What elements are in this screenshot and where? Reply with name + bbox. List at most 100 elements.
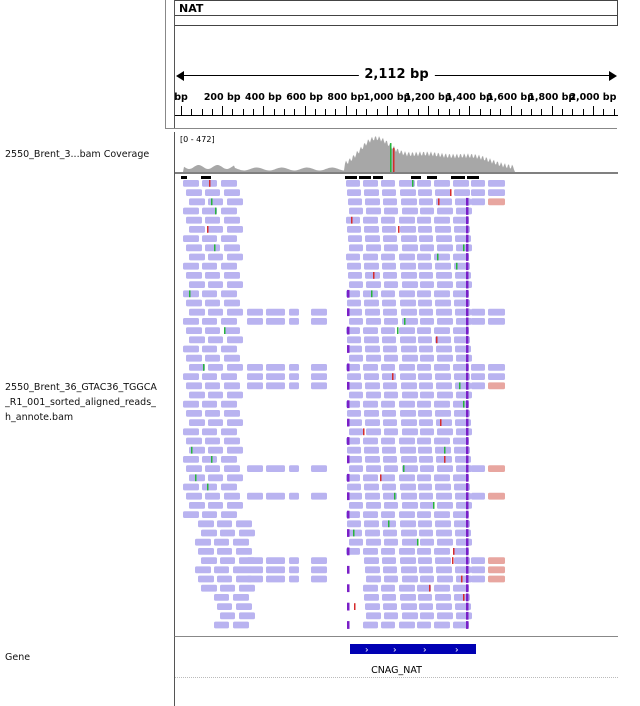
aligned-read[interactable] <box>221 262 237 270</box>
aligned-read[interactable] <box>365 272 380 279</box>
alignment-track-label-line-1[interactable]: 2550_Brent_36_GTAC36_TGGCA <box>5 382 159 393</box>
aligned-read[interactable] <box>183 207 199 215</box>
aligned-read[interactable] <box>401 529 417 537</box>
aligned-read[interactable] <box>363 327 378 334</box>
aligned-read[interactable] <box>384 244 398 252</box>
insertion-marker[interactable] <box>466 345 469 353</box>
aligned-read[interactable] <box>220 529 235 537</box>
aligned-read[interactable] <box>455 603 471 610</box>
aligned-read[interactable] <box>382 299 396 307</box>
aligned-read[interactable] <box>381 584 395 592</box>
aligned-read[interactable] <box>401 198 417 206</box>
insertion-marker[interactable] <box>466 501 469 510</box>
insertion-marker[interactable] <box>466 234 469 243</box>
aligned-read[interactable] <box>348 492 362 500</box>
aligned-read[interactable] <box>382 189 396 196</box>
aligned-read[interactable] <box>239 612 255 620</box>
aligned-read[interactable] <box>217 520 232 528</box>
aligned-read[interactable] <box>224 492 240 500</box>
aligned-read[interactable] <box>205 272 220 279</box>
aligned-read[interactable] <box>365 382 380 390</box>
insertion-marker[interactable] <box>466 289 469 298</box>
aligned-read[interactable] <box>488 189 505 196</box>
aligned-read[interactable] <box>437 281 453 288</box>
aligned-read[interactable] <box>434 621 450 629</box>
aligned-read[interactable] <box>346 180 360 187</box>
aligned-read[interactable] <box>437 428 453 436</box>
aligned-read[interactable] <box>365 566 380 574</box>
aligned-read[interactable] <box>349 502 363 509</box>
aligned-read[interactable] <box>247 318 263 325</box>
aligned-read[interactable] <box>417 327 431 334</box>
aligned-read[interactable] <box>384 428 398 436</box>
aligned-read[interactable] <box>436 603 452 610</box>
insertion-marker[interactable] <box>466 519 469 528</box>
aligned-read[interactable] <box>348 382 362 390</box>
aligned-read[interactable] <box>183 428 199 436</box>
aligned-read[interactable] <box>456 428 472 436</box>
insertion-marker[interactable] <box>466 418 469 427</box>
aligned-read[interactable] <box>381 364 395 371</box>
aligned-read[interactable] <box>456 207 472 215</box>
aligned-read[interactable] <box>384 538 398 546</box>
aligned-read[interactable] <box>186 244 202 252</box>
aligned-read[interactable] <box>205 244 220 252</box>
aligned-read[interactable] <box>436 492 452 500</box>
aligned-read[interactable] <box>401 456 417 463</box>
aligned-read[interactable] <box>224 354 240 362</box>
aligned-read[interactable] <box>311 318 327 325</box>
aligned-read[interactable] <box>289 465 299 472</box>
insertion-marker[interactable] <box>347 308 350 317</box>
aligned-read[interactable] <box>383 382 397 390</box>
aligned-read[interactable] <box>347 410 361 417</box>
aligned-read[interactable] <box>183 456 199 463</box>
aligned-read[interactable] <box>471 382 485 390</box>
aligned-read[interactable] <box>400 189 416 196</box>
aligned-read[interactable] <box>420 465 434 472</box>
aligned-read[interactable] <box>455 566 471 574</box>
aligned-read[interactable] <box>183 400 199 408</box>
aligned-read[interactable] <box>417 548 431 555</box>
aligned-read[interactable] <box>418 557 432 564</box>
insertion-marker[interactable] <box>347 565 350 574</box>
aligned-read[interactable] <box>420 538 434 546</box>
aligned-read[interactable] <box>456 354 472 362</box>
aligned-read[interactable] <box>221 483 237 491</box>
aligned-read[interactable] <box>189 226 205 233</box>
aligned-read[interactable] <box>347 520 361 528</box>
aligned-read[interactable] <box>183 290 199 298</box>
aligned-read[interactable] <box>183 483 199 491</box>
aligned-read[interactable] <box>201 584 217 592</box>
aligned-read[interactable] <box>420 502 434 509</box>
aligned-read[interactable] <box>399 400 415 408</box>
aligned-read[interactable] <box>455 308 471 316</box>
aligned-read[interactable] <box>366 502 381 509</box>
aligned-read[interactable] <box>289 364 299 371</box>
chromosome-ideogram[interactable]: NAT <box>175 0 618 16</box>
insertion-marker[interactable] <box>466 565 469 574</box>
aligned-read[interactable] <box>189 419 205 426</box>
aligned-read[interactable] <box>205 327 220 334</box>
insertion-marker[interactable] <box>466 280 469 289</box>
aligned-read[interactable] <box>363 474 378 482</box>
aligned-read[interactable] <box>401 308 417 316</box>
aligned-read[interactable] <box>363 584 378 592</box>
aligned-read[interactable] <box>289 575 299 583</box>
aligned-read[interactable] <box>186 465 202 472</box>
aligned-read[interactable] <box>488 180 505 187</box>
aligned-read[interactable] <box>208 281 223 288</box>
aligned-read[interactable] <box>401 382 417 390</box>
aligned-read[interactable] <box>434 584 450 592</box>
aligned-read[interactable] <box>455 382 471 390</box>
aligned-read[interactable] <box>247 492 263 500</box>
aligned-read[interactable] <box>399 621 415 629</box>
aligned-read[interactable] <box>402 538 418 546</box>
aligned-read[interactable] <box>419 603 433 610</box>
insertion-marker[interactable] <box>466 381 469 390</box>
aligned-read[interactable] <box>434 437 450 445</box>
aligned-read[interactable] <box>383 566 397 574</box>
aligned-read[interactable] <box>383 235 397 242</box>
aligned-read[interactable] <box>186 410 202 417</box>
aligned-read[interactable] <box>364 189 379 196</box>
aligned-read[interactable] <box>186 327 202 334</box>
